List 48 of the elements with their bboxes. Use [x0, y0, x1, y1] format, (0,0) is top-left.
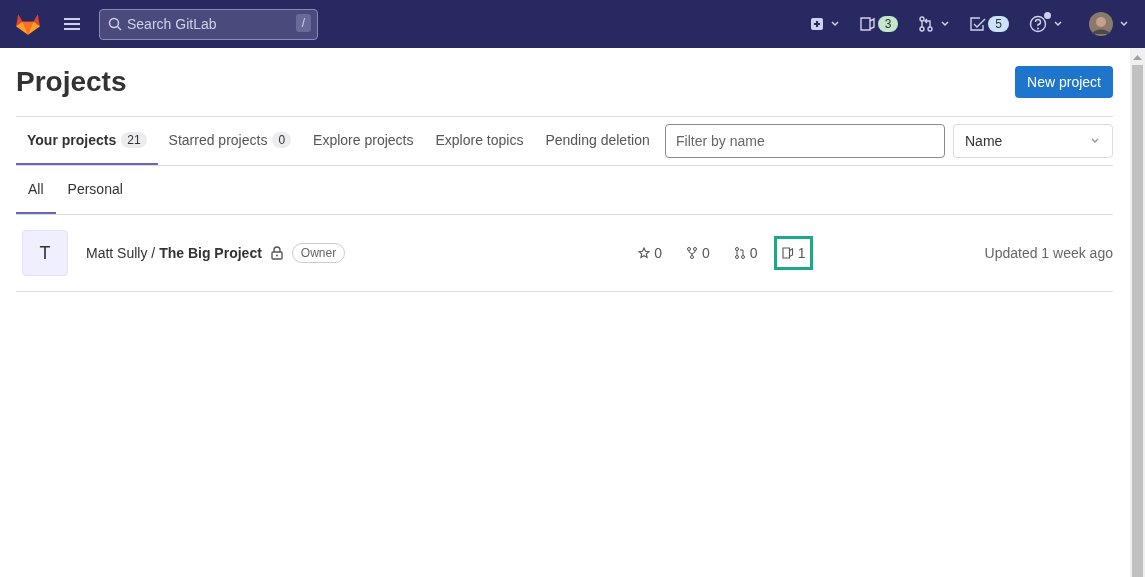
search-icon — [108, 16, 122, 31]
filter-field[interactable]: Filter by name — [665, 124, 945, 158]
todos-button[interactable]: 5 — [970, 16, 1009, 32]
issues-icon — [781, 247, 794, 259]
updated-time: Updated 1 week ago — [984, 245, 1113, 261]
count-badge: 3 — [877, 16, 899, 32]
issues-count[interactable]: 1 — [773, 236, 814, 270]
chevron-down-icon — [1119, 20, 1129, 28]
count-badge: 5 — [988, 16, 1009, 32]
tab[interactable]: Your projects 21 — [16, 117, 158, 165]
user-avatar-icon — [1089, 12, 1113, 36]
chevron-down-icon — [1053, 20, 1063, 28]
stars-count[interactable]: 0 — [630, 236, 671, 270]
scrollbar[interactable] — [1130, 48, 1145, 577]
project-avatar[interactable]: T — [22, 230, 68, 276]
new-project-button[interactable]: New project — [1015, 66, 1113, 98]
help-icon — [1029, 15, 1047, 33]
merge-requests-count[interactable]: 0 — [725, 236, 766, 270]
issues-button[interactable]: 3 — [859, 16, 899, 32]
user-menu-button[interactable] — [1089, 12, 1129, 36]
chevron-down-icon — [940, 20, 951, 28]
project-name-link[interactable]: Matt Sully / The Big Project — [86, 245, 262, 261]
tab[interactable]: Pending deletion — [534, 117, 661, 165]
forks-count[interactable]: 0 — [678, 236, 718, 270]
menu-icon[interactable] — [63, 17, 81, 31]
checkbox-icon — [970, 17, 987, 31]
fork-icon — [686, 247, 699, 259]
plus-square-icon — [809, 17, 824, 31]
star-icon — [638, 247, 651, 259]
merge-request-icon — [733, 247, 746, 259]
count-badge: 21 — [121, 132, 147, 148]
issues-icon — [859, 17, 876, 31]
tab[interactable]: Explore topics — [424, 117, 535, 165]
chevron-down-icon — [829, 20, 840, 28]
merge-request-icon — [918, 16, 935, 32]
page-title: Projects — [16, 66, 127, 98]
tab[interactable]: All — [16, 166, 56, 214]
help-button[interactable] — [1029, 15, 1063, 33]
create-menu-button[interactable] — [809, 17, 840, 31]
merge-requests-button[interactable] — [918, 16, 951, 32]
tab[interactable]: Starred projects 0 — [157, 117, 303, 165]
tab[interactable]: Explore projects — [302, 117, 425, 165]
tab[interactable]: Personal — [55, 166, 135, 214]
sort-dropdown[interactable]: Name — [953, 124, 1113, 158]
chevron-down-icon — [1090, 137, 1100, 145]
fox-logo-icon[interactable] — [15, 12, 41, 36]
scrollbar-thumb[interactable] — [1132, 64, 1143, 577]
count-badge: 0 — [272, 132, 292, 148]
